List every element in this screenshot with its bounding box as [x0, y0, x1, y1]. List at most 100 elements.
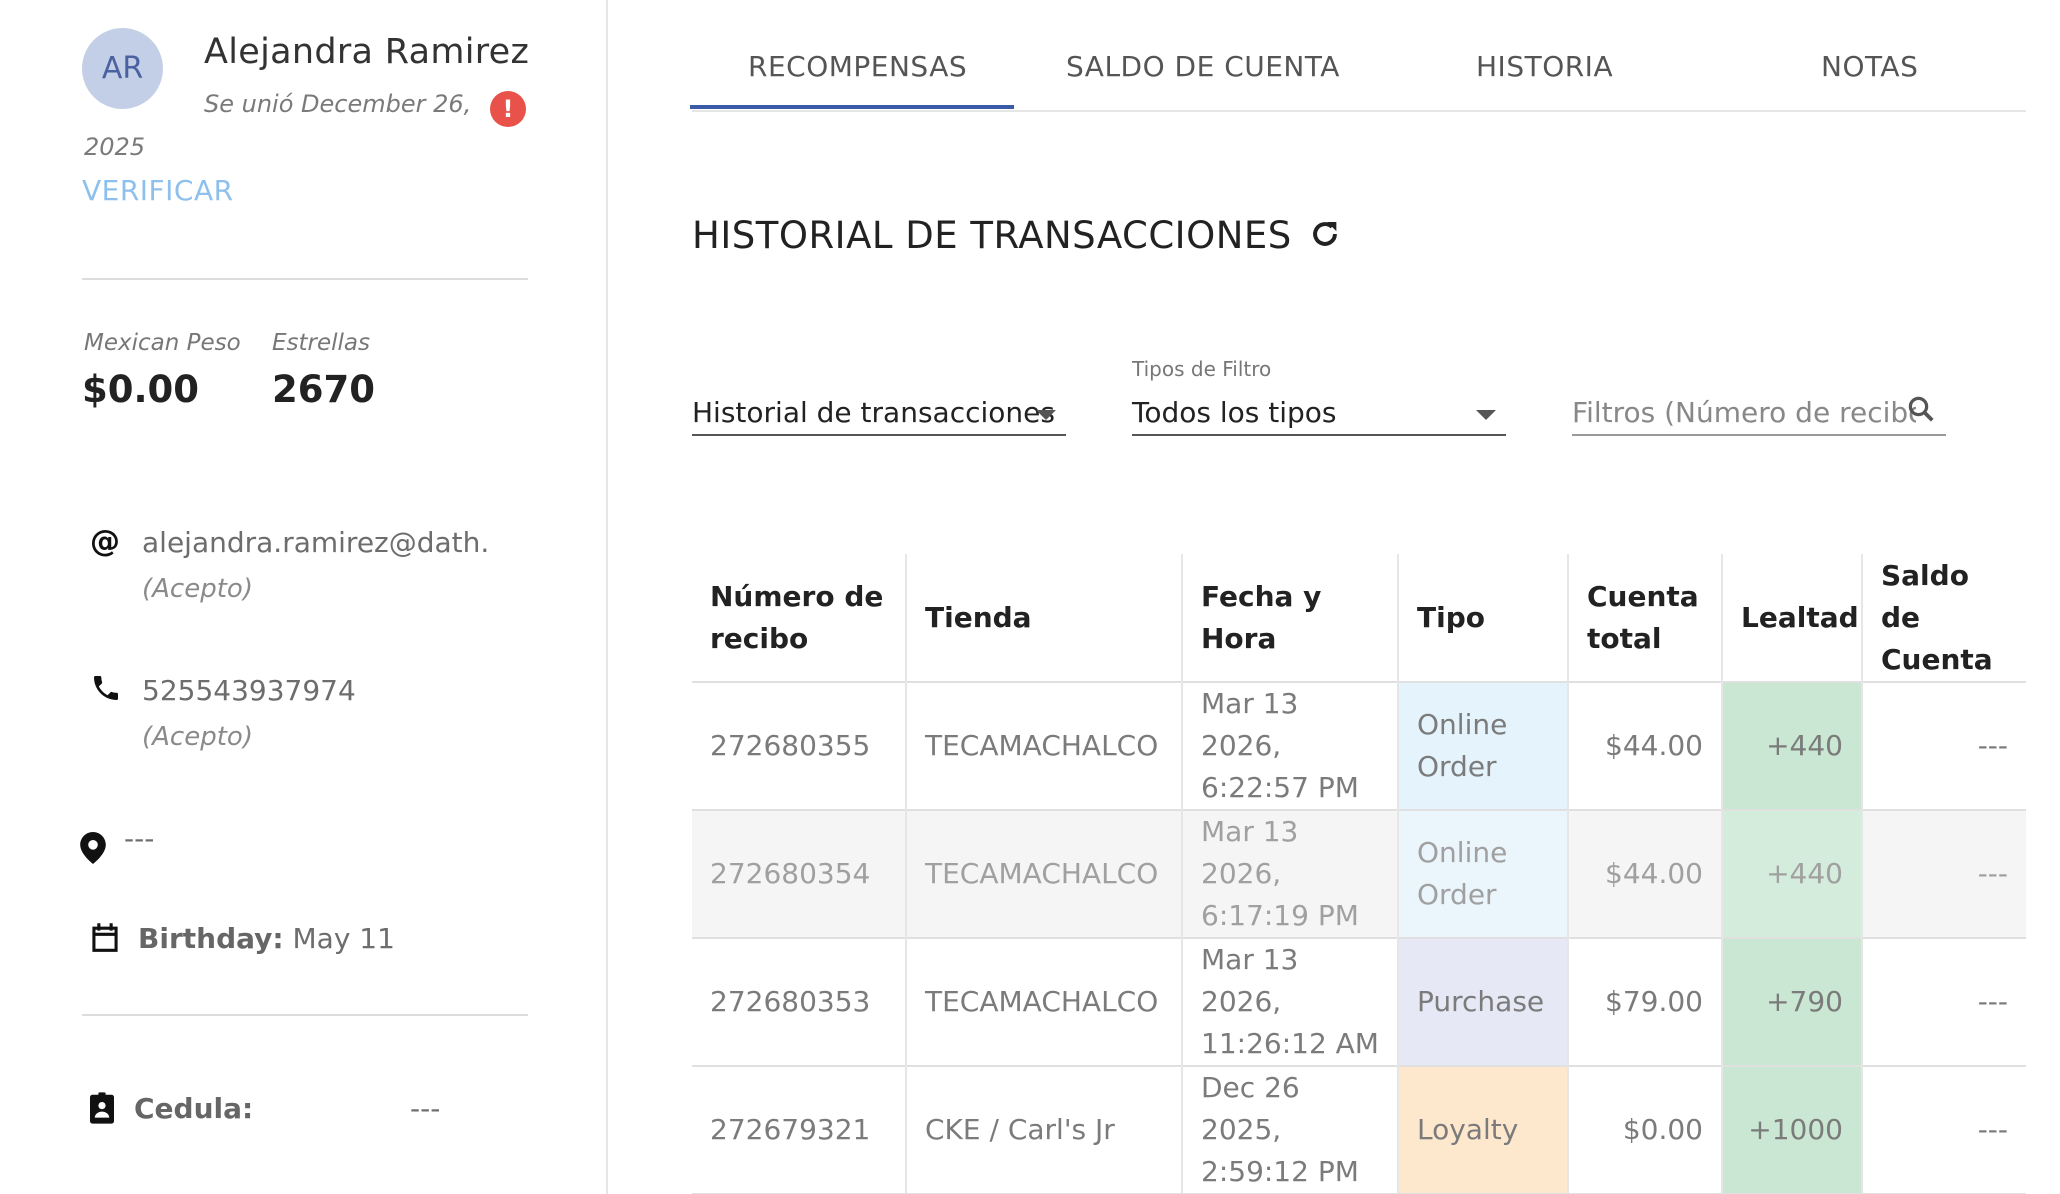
email-consent-status: (Acepto) — [142, 574, 253, 604]
cell-type: Purchase — [1397, 937, 1568, 1066]
birthday-label: Birthday: — [138, 922, 284, 955]
cell-total: $79.00 — [1567, 937, 1722, 1066]
alert-icon[interactable]: ! — [490, 91, 526, 127]
cell-time: 11:26:12 AM — [1201, 1027, 1379, 1060]
filter-type-select[interactable]: Todos los tipos — [1132, 392, 1506, 436]
cell-datetime: Dec 26 2025, 2:59:12 PM — [1181, 1065, 1398, 1194]
avatar: AR — [82, 28, 163, 109]
table-header-row: Número de recibo Tienda Fecha y Hora Tip… — [692, 554, 2026, 682]
birthday: Birthday: May 11 — [138, 922, 395, 955]
cedula-label: Cedula: — [134, 1092, 254, 1125]
cell-total: $44.00 — [1567, 809, 1722, 938]
cell-date: Mar 13 2026, — [1201, 687, 1299, 762]
cell-total: $0.00 — [1567, 1065, 1722, 1194]
cell-type: Online Order — [1397, 809, 1568, 938]
tab-account-balance[interactable]: SALDO DE CUENTA — [1066, 50, 1340, 83]
col-header-account[interactable]: Saldo de Cuenta — [1861, 554, 2026, 682]
cedula-value: --- — [410, 1092, 441, 1125]
id-badge-icon — [90, 1092, 114, 1132]
cell-type-line2: Order — [1417, 750, 1497, 783]
cell-account: --- — [1861, 681, 2026, 810]
cell-type-line1: Online — [1417, 836, 1508, 869]
verify-button[interactable]: VERIFICAR — [82, 174, 234, 207]
cell-account: --- — [1861, 937, 2026, 1066]
balance-value: $0.00 — [82, 368, 200, 411]
email-value: alejandra.ramirez@dath. — [142, 526, 490, 559]
divider — [82, 1014, 528, 1016]
customer-name: Alejandra Ramirez — [204, 32, 530, 72]
phone-value: 525543937974 — [142, 674, 356, 707]
cell-loyalty: +1000 — [1721, 1065, 1862, 1194]
filter-type-label: Tipos de Filtro — [1132, 357, 1272, 381]
cell-time: 6:17:19 PM — [1201, 899, 1359, 932]
phone-consent-status: (Acepto) — [142, 722, 253, 752]
history-type-value: Historial de transacciones — [692, 396, 1055, 429]
cell-date: Mar 13 2026, — [1201, 943, 1299, 1018]
cell-datetime: Mar 13 2026, 6:22:57 PM — [1181, 681, 1398, 810]
cell-loyalty: +440 — [1721, 809, 1862, 938]
location-value: --- — [124, 822, 155, 855]
cell-account: --- — [1861, 1065, 2026, 1194]
cell-date: Mar 13 2026, — [1201, 815, 1299, 890]
search-placeholder: Filtros (Número de recibo, ... — [1572, 396, 1916, 429]
cell-receipt: 272680355 — [692, 681, 906, 810]
cell-loyalty: +440 — [1721, 681, 1862, 810]
joined-date: Se unió December 26, — [204, 90, 472, 118]
active-tab-indicator — [690, 105, 1014, 109]
stars-value: 2670 — [272, 368, 375, 411]
table-row[interactable]: 272680354 TECAMACHALCO Mar 13 2026, 6:17:… — [692, 809, 2026, 938]
at-sign-icon: @ — [90, 524, 120, 559]
cell-account: --- — [1861, 809, 2026, 938]
cell-type-line2: Order — [1417, 878, 1497, 911]
transactions-table: Número de recibo Tienda Fecha y Hora Tip… — [692, 554, 2026, 1194]
col-header-loyalty[interactable]: Lealtad — [1721, 554, 1862, 682]
search-icon[interactable] — [1906, 394, 1936, 432]
history-type-select[interactable]: Historial de transacciones — [692, 392, 1066, 436]
table-row[interactable]: 272679321 CKE / Carl's Jr Dec 26 2025, 2:… — [692, 1065, 2026, 1194]
cell-type-line1: Loyalty — [1417, 1113, 1519, 1146]
tab-history[interactable]: HISTORIA — [1476, 50, 1613, 83]
birthday-value: May 11 — [292, 922, 395, 955]
cell-time: 6:22:57 PM — [1201, 771, 1359, 804]
currency-label: Mexican Peso — [84, 330, 241, 356]
section-title: HISTORIAL DE TRANSACCIONES — [692, 214, 1292, 257]
location-pin-icon — [80, 832, 106, 872]
table-row[interactable]: 272680355 TECAMACHALCO Mar 13 2026, 6:22:… — [692, 681, 2026, 810]
cell-total: $44.00 — [1567, 681, 1722, 810]
customer-sidebar: AR Alejandra Ramirez Se unió December 26… — [0, 0, 608, 1194]
cell-store: TECAMACHALCO — [905, 937, 1182, 1066]
joined-year: 2025 — [84, 133, 146, 161]
col-header-store[interactable]: Tienda — [905, 554, 1182, 682]
stars-label: Estrellas — [272, 330, 370, 356]
col-header-total[interactable]: Cuenta total — [1567, 554, 1722, 682]
cell-type: Loyalty — [1397, 1065, 1568, 1194]
tab-bar: RECOMPENSAS SALDO DE CUENTA HISTORIA NOT… — [692, 36, 2026, 112]
cell-datetime: Mar 13 2026, 6:17:19 PM — [1181, 809, 1398, 938]
cell-receipt: 272680354 — [692, 809, 906, 938]
cell-datetime: Mar 13 2026, 11:26:12 AM — [1181, 937, 1398, 1066]
cell-store: TECAMACHALCO — [905, 681, 1182, 810]
cell-type-line1: Online — [1417, 708, 1508, 741]
phone-icon — [90, 672, 122, 712]
cell-date: Dec 26 2025, — [1201, 1071, 1300, 1146]
cell-receipt: 272680353 — [692, 937, 906, 1066]
col-header-receipt[interactable]: Número de recibo — [692, 554, 906, 682]
cell-type-line1: Purchase — [1417, 985, 1545, 1018]
table-row[interactable]: 272680353 TECAMACHALCO Mar 13 2026, 11:26… — [692, 937, 2026, 1066]
divider — [82, 278, 528, 280]
tab-rewards[interactable]: RECOMPENSAS — [748, 50, 967, 83]
calendar-icon — [90, 922, 120, 962]
refresh-icon[interactable] — [1308, 217, 1342, 260]
chevron-down-icon — [1036, 410, 1056, 420]
cell-receipt: 272679321 — [692, 1065, 906, 1194]
filter-type-value: Todos los tipos — [1132, 396, 1337, 429]
cell-time: 2:59:12 PM — [1201, 1155, 1359, 1188]
tab-notes[interactable]: NOTAS — [1821, 50, 1918, 83]
col-header-datetime[interactable]: Fecha y Hora — [1181, 554, 1398, 682]
cell-loyalty: +790 — [1721, 937, 1862, 1066]
cell-type: Online Order — [1397, 681, 1568, 810]
chevron-down-icon — [1476, 410, 1496, 420]
col-header-type[interactable]: Tipo — [1397, 554, 1568, 682]
filter-search-input[interactable]: Filtros (Número de recibo, ... — [1572, 392, 1946, 436]
cell-store: CKE / Carl's Jr — [905, 1065, 1182, 1194]
